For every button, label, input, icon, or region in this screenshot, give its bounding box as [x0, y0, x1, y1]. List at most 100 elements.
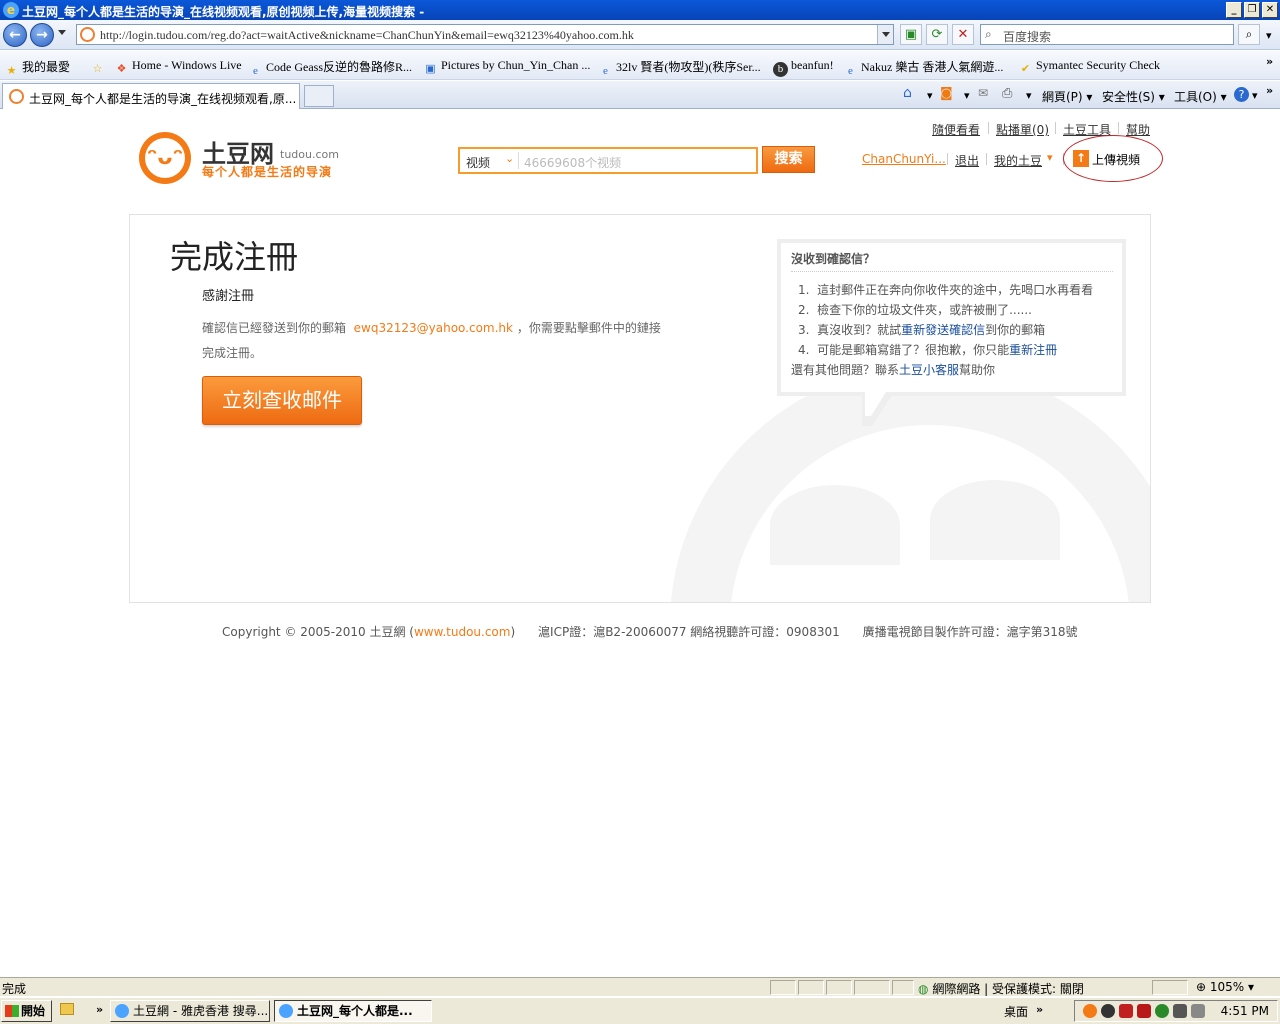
start-button[interactable]: 開始: [1, 1000, 52, 1022]
thanks-text: 感謝注冊: [202, 289, 255, 304]
compatibility-view-icon[interactable]: ▣: [900, 24, 922, 45]
refresh-icon[interactable]: ⟳: [926, 24, 948, 45]
browser-search-input[interactable]: ⌕ 百度搜索: [980, 24, 1234, 45]
my-tudou-link[interactable]: 我的土豆: [994, 152, 1042, 169]
task-yahoo-search[interactable]: 土豆網 - 雅虎香港 搜尋...: [110, 1000, 270, 1022]
tab-tudou[interactable]: 土豆网_每个人都是生活的导演_在线视频观看,原...: [2, 83, 300, 109]
ie-page-icon: e: [603, 65, 608, 77]
check-mail-button[interactable]: 立刻查收邮件: [202, 376, 362, 425]
playlist-link[interactable]: 點播單(0): [996, 121, 1049, 138]
search-options-icon[interactable]: ▾: [1266, 29, 1272, 42]
fav-link-nakuz[interactable]: e Nakuz 樂古 香港人氣網遊...: [843, 58, 1003, 79]
print-dropdown-icon[interactable]: ▾: [1026, 89, 1032, 102]
windows-live-icon: ❖: [116, 63, 127, 75]
help-title: 沒收到確認信？: [791, 252, 876, 266]
ie-page-icon: e: [253, 65, 258, 77]
folder-icon[interactable]: [60, 1003, 74, 1015]
page-menu[interactable]: 網頁(P) ▾: [1042, 88, 1092, 105]
chevron-down-icon[interactable]: ⌄: [505, 152, 514, 165]
search-icon: ⌕: [985, 27, 992, 41]
feeds-icon[interactable]: ◙: [940, 86, 953, 101]
add-on-icon[interactable]: [1152, 980, 1188, 995]
history-dropdown-icon[interactable]: [58, 30, 66, 35]
clock[interactable]: 4:51 PM: [1221, 1004, 1269, 1018]
stop-icon[interactable]: ✕: [952, 24, 974, 45]
feeds-dropdown-icon[interactable]: ▾: [964, 89, 970, 102]
ie-icon: [115, 1004, 129, 1018]
ie-icon: e: [3, 2, 19, 18]
help-icon[interactable]: ?: [1234, 87, 1249, 102]
desktop-overflow-icon[interactable]: »: [1036, 1003, 1043, 1016]
site-search-input[interactable]: 46669608个视频: [524, 154, 621, 171]
help-dropdown-icon[interactable]: ▾: [1252, 89, 1258, 102]
search-category-select[interactable]: 视频: [466, 154, 490, 171]
my-tudou-dropdown-icon[interactable]: ▾: [1047, 151, 1053, 164]
favorites-overflow-icon[interactable]: »: [1266, 55, 1273, 68]
back-button[interactable]: ←: [3, 23, 27, 47]
help-extra: 還有其他問題？聯系土豆小客服幫助你: [791, 363, 996, 377]
annotation-circle: [1063, 135, 1163, 182]
close-window-button[interactable]: ✕: [1262, 2, 1278, 18]
address-toolbar: ← → http://login.tudou.com/reg.do?act=wa…: [0, 20, 1280, 50]
home-icon[interactable]: ⌂: [903, 85, 912, 101]
random-watch-link[interactable]: 隨便看看: [932, 121, 980, 138]
quicklaunch-overflow-icon[interactable]: »: [96, 1003, 103, 1016]
check-icon: ✔: [1020, 63, 1031, 75]
tools-menu[interactable]: 工具(O) ▾: [1174, 88, 1227, 105]
broadcast-license: 廣播電視節目製作許可證：滬字第318號: [862, 625, 1078, 639]
help-item: 3. 真沒收到？就試重新發送確認信到你的郵箱: [798, 323, 1046, 337]
zoom-icon: ⊕: [1196, 980, 1207, 994]
page-title: 完成注冊: [170, 238, 299, 276]
globe-icon: ◍: [918, 982, 929, 996]
fav-link-windows-live[interactable]: ❖ Home - Windows Live: [114, 58, 242, 77]
browser-search-placeholder: 百度搜索: [1003, 30, 1052, 44]
username-link[interactable]: ChanChunYi...: [862, 152, 946, 166]
tudou-tray-icon[interactable]: [1083, 1004, 1097, 1018]
fav-link-pictures[interactable]: ▣ Pictures by Chun_Yin_Chan ...: [423, 58, 590, 77]
help-item: 4. 可能是郵箱寫錯了？很抱歉，你只能重新注冊: [798, 343, 1058, 357]
help-item: 1. 這封郵件正在奔向你收件夾的途中，先喝口水再看看: [798, 283, 1094, 297]
volume-icon[interactable]: [1191, 1004, 1205, 1018]
security-tray-icon[interactable]: [1119, 1004, 1133, 1018]
window-title: 土豆网_每个人都是生活的导演_在线视频观看,原创视频上传,海量视频搜索 -: [22, 5, 425, 19]
url-dropdown-icon[interactable]: [877, 25, 893, 44]
fav-link-beanfun[interactable]: b beanfun!: [773, 58, 834, 77]
re-register-link[interactable]: 重新注冊: [1009, 343, 1057, 357]
resend-confirmation-link[interactable]: 重新發送確認信: [901, 323, 985, 337]
site-search-button[interactable]: 搜索: [762, 146, 815, 173]
safety-menu[interactable]: 安全性(S) ▾: [1102, 88, 1165, 105]
tudou-site-link[interactable]: www.tudou.com: [414, 625, 510, 639]
footer: Copyright © 2005-2010 土豆網 (www.tudou.com…: [222, 625, 1078, 639]
fav-link-symantec[interactable]: ✔ Symantec Security Check: [1018, 58, 1160, 77]
photo-icon: ▣: [425, 63, 436, 75]
fav-link-32lv[interactable]: e 32lv 賢者(物攻型)(秩序Ser...: [598, 58, 761, 79]
security-zone[interactable]: ◍ 網際網路 | 受保護模式: 關閉: [918, 980, 1084, 997]
network-tray-icon[interactable]: [1173, 1004, 1187, 1018]
fav-link-code-geass[interactable]: e Code Geass反逆的魯路修R...: [248, 58, 412, 79]
pdf-tray-icon[interactable]: [1137, 1004, 1151, 1018]
logo-domain: tudou.com: [280, 148, 339, 161]
desktop-toolbar[interactable]: 桌面: [1004, 1003, 1028, 1020]
print-icon[interactable]: ⎙: [1002, 86, 1012, 101]
watermark-logo-icon: [670, 365, 1150, 602]
customer-service-link[interactable]: 土豆小客服: [899, 363, 959, 377]
add-favorite-button[interactable]: ☆: [90, 58, 108, 77]
confirm-message: 確認信已經發送到你的郵箱 ewq32123@yahoo.com.hk ，你需要點…: [202, 321, 661, 360]
favorites-center-button[interactable]: ★ 我的最愛: [4, 58, 70, 79]
url-input[interactable]: http://login.tudou.com/reg.do?act=waitAc…: [76, 24, 894, 45]
maximize-button[interactable]: ❐: [1244, 2, 1260, 18]
new-tab-button[interactable]: [304, 85, 334, 107]
commands-overflow-icon[interactable]: »: [1266, 84, 1273, 97]
task-tudou[interactable]: 土豆网_每个人都是...: [274, 1000, 432, 1022]
tudou-favicon-icon: [9, 89, 24, 104]
home-dropdown-icon[interactable]: ▾: [927, 89, 933, 102]
zoom-level[interactable]: ⊕ 105% ▾: [1196, 980, 1254, 994]
forward-button[interactable]: →: [30, 23, 54, 47]
logout-link[interactable]: 退出: [955, 152, 979, 169]
minimize-button[interactable]: _: [1226, 2, 1242, 18]
browser-search-button[interactable]: ⌕: [1238, 24, 1260, 45]
shield-tray-icon[interactable]: [1155, 1004, 1169, 1018]
mail-icon[interactable]: ✉: [978, 86, 988, 100]
beanfun-tray-icon[interactable]: [1101, 1004, 1115, 1018]
taskbar: 開始 » 土豆網 - 雅虎香港 搜尋... 土豆网_每个人都是... 桌面 » …: [0, 997, 1280, 1024]
